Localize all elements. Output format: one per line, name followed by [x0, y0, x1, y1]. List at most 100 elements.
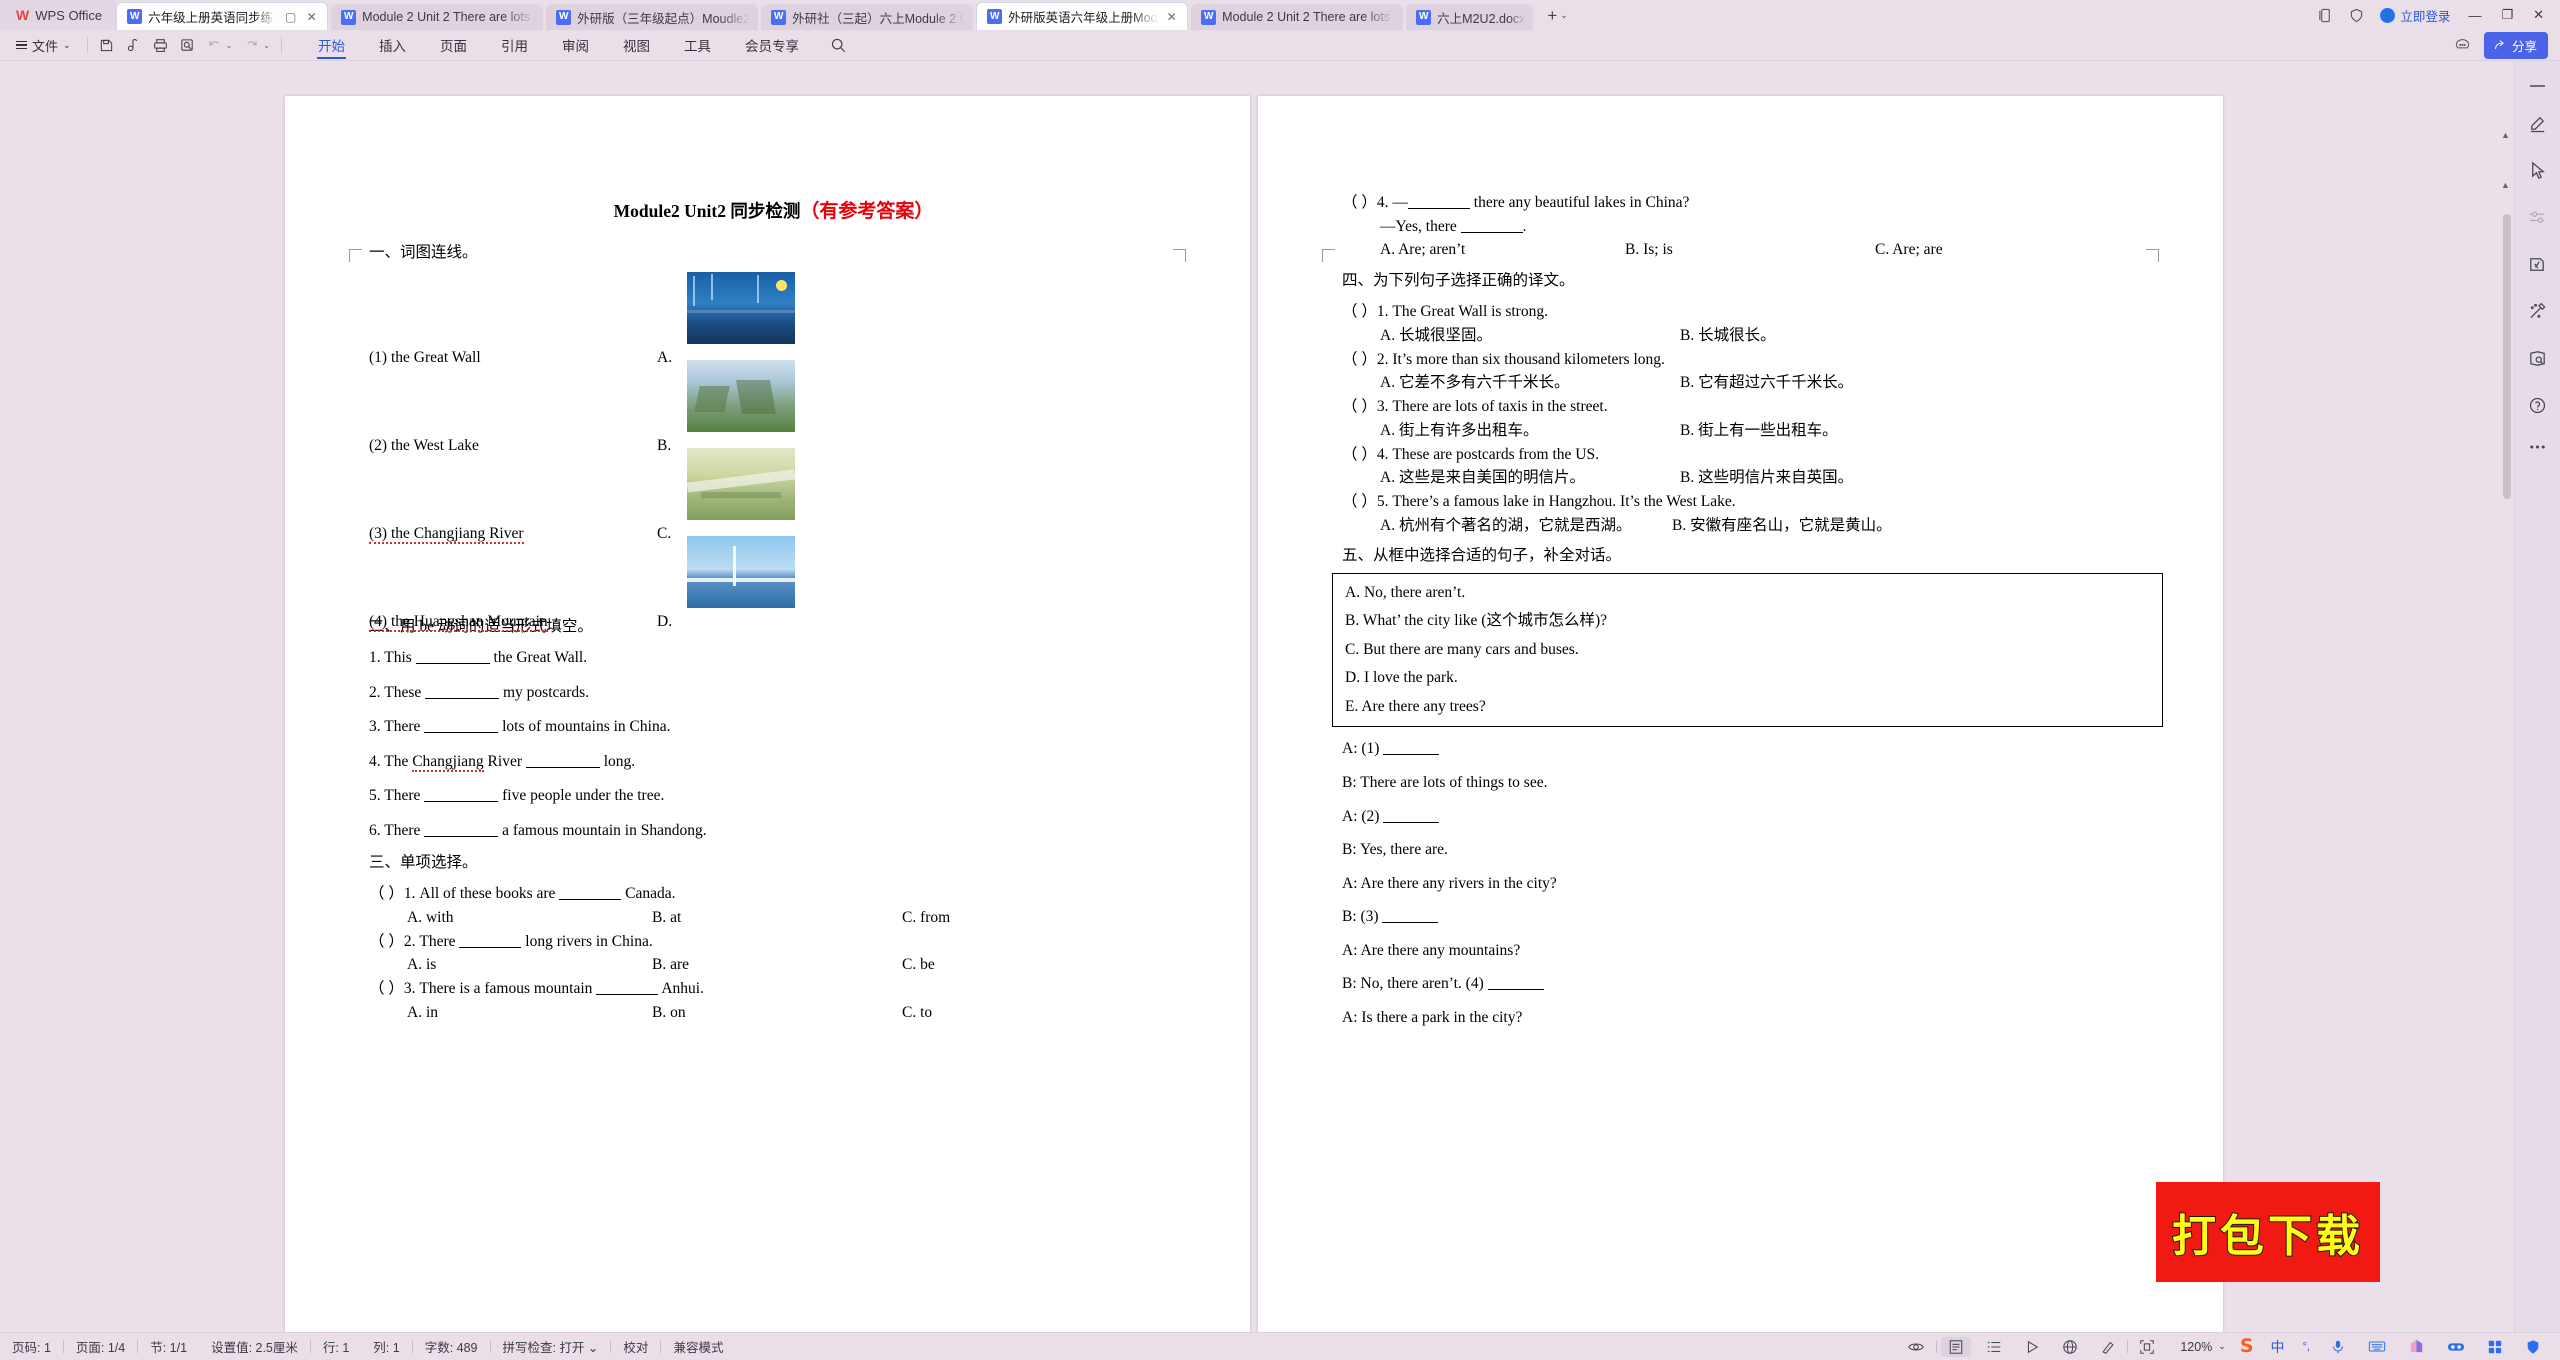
ribbon-tab-reference[interactable]: 引用 [484, 30, 545, 61]
answer-blank[interactable] [525, 753, 600, 768]
presentation-view-icon[interactable] [2013, 1339, 2051, 1355]
cloud-save-icon[interactable] [126, 38, 141, 53]
ribbon-tab-insert[interactable]: 插入 [362, 30, 423, 61]
option-c[interactable]: C. be [902, 953, 935, 977]
fit-page-icon[interactable] [2128, 1339, 2166, 1355]
ribbon-tab-tools[interactable]: 工具 [667, 30, 728, 61]
document-page-2[interactable]: （ ）4. — there any beautiful lakes in Chi… [1258, 96, 2223, 1360]
answer-blank[interactable] [596, 981, 659, 996]
option-b[interactable]: B. on [652, 1001, 902, 1025]
document-tab[interactable]: W 外研版（三年级起点）Moudle2Unit2 [546, 4, 759, 30]
collapse-icon[interactable] [2530, 85, 2545, 87]
scroll-page-up-icon[interactable]: ▲ [2501, 180, 2510, 190]
redo-icon[interactable] [244, 38, 259, 53]
cursor-select-icon[interactable] [2527, 160, 2548, 181]
chevron-down-icon[interactable]: ⌄ [2218, 1341, 2232, 1352]
option-a[interactable]: A. 杭州有个著名的湖，它就是西湖。 [1380, 514, 1672, 538]
document-tab[interactable]: W Module 2 Unit 2 There are lots of [1191, 4, 1404, 30]
answer-blank[interactable] [415, 649, 490, 664]
close-button[interactable]: ✕ [2531, 7, 2546, 23]
option-b[interactable]: B. at [652, 906, 902, 930]
print-icon[interactable] [153, 38, 168, 53]
scrollbar-thumb[interactable] [2503, 214, 2511, 499]
ribbon-tab-home[interactable]: 开始 [301, 30, 362, 61]
comment-icon[interactable] [2454, 37, 2471, 54]
ribbon-tab-page[interactable]: 页面 [423, 30, 484, 61]
box-option[interactable]: B. What’ the city like (这个城市怎么样)? [1345, 613, 2150, 629]
search-icon[interactable] [830, 37, 847, 54]
document-tab[interactable]: W Module 2 Unit 2 There are lots of [331, 4, 544, 30]
option-c[interactable]: C. from [902, 906, 950, 930]
cast-icon[interactable]: ▢ [283, 10, 298, 24]
keyboard-icon[interactable] [2357, 1339, 2397, 1354]
document-tab[interactable]: W 六年级上册英语同步练习-mo ▢ ✕ [116, 2, 329, 30]
option-b[interactable]: B. Is; is [1625, 238, 1875, 262]
skin-theme-icon[interactable] [2397, 1338, 2436, 1355]
undo-icon[interactable] [207, 38, 222, 53]
answer-blank[interactable] [425, 684, 500, 699]
answer-blank[interactable] [559, 886, 622, 901]
option-a[interactable]: A. 这些是来自美国的明信片。 [1380, 466, 1680, 490]
status-word-count[interactable]: 字数: 489 [413, 1337, 490, 1356]
restore-button[interactable]: ❐ [2499, 7, 2515, 23]
eye-preview-icon[interactable] [1896, 1338, 1936, 1356]
box-option[interactable]: C. But there are many cars and buses. [1345, 642, 2150, 658]
app-badge[interactable]: W WPS Office [0, 0, 117, 30]
zoom-level[interactable]: 120% [2166, 1340, 2218, 1354]
option-a[interactable]: A. 长城很坚固。 [1380, 324, 1680, 348]
answer-blank[interactable] [1382, 908, 1439, 924]
document-search-icon[interactable] [2527, 348, 2548, 369]
ribbon-tab-view[interactable]: 视图 [606, 30, 667, 61]
print-preview-icon[interactable] [180, 38, 195, 53]
scroll-top-icon[interactable]: ▲ [2501, 130, 2510, 140]
help-icon[interactable] [2527, 395, 2548, 416]
answer-blank[interactable] [1383, 808, 1440, 823]
option-a[interactable]: A. is [407, 953, 652, 977]
ime-punctuation-icon[interactable]: °, [2294, 1341, 2319, 1353]
mobile-device-icon[interactable] [2318, 8, 2333, 23]
save-icon[interactable] [99, 38, 114, 53]
file-menu-button[interactable]: 文件 ⌄ [0, 36, 82, 55]
option-b[interactable]: B. 这些明信片来自英国。 [1680, 466, 1930, 490]
document-workspace[interactable]: Module2 Unit2 同步检测（有参考答案） 一、词图连线。 (1) th… [0, 61, 2560, 1360]
web-view-icon[interactable] [2051, 1339, 2089, 1355]
close-icon[interactable]: ✕ [1164, 10, 1179, 24]
answer-blank[interactable] [1487, 976, 1544, 991]
login-button[interactable]: 👤 立即登录 [2380, 6, 2450, 25]
answer-blank[interactable] [424, 787, 499, 803]
option-a[interactable]: A. Are; aren’t [1380, 238, 1625, 262]
new-tab-button[interactable]: + ⌄ [1533, 0, 1577, 30]
answer-blank[interactable] [459, 933, 522, 948]
status-proofread[interactable]: 校对 [611, 1337, 660, 1356]
box-option[interactable]: E. Are there any trees? [1345, 699, 2150, 715]
vertical-scrollbar[interactable]: ▲ ▲ [2500, 122, 2514, 1360]
translate-icon[interactable] [2436, 1340, 2476, 1354]
option-a[interactable]: A. 它差不多有六千千米长。 [1380, 371, 1680, 395]
document-tab[interactable]: W 六上M2U2.docx [1406, 4, 1534, 30]
sliders-settings-icon[interactable] [2527, 207, 2548, 228]
chevron-down-icon[interactable]: ⌄ [226, 41, 233, 50]
box-option[interactable]: D. I love the park. [1345, 670, 2150, 686]
option-b[interactable]: B. are [652, 953, 902, 977]
document-tab[interactable]: W 外研社（三起）六上Module 2 Unit 2 [761, 4, 974, 30]
security-shield-icon[interactable] [2514, 1339, 2552, 1355]
microphone-icon[interactable] [2319, 1339, 2357, 1355]
document-tab-current[interactable]: W 外研版英语六年级上册Module 2 Un ✕ [976, 2, 1189, 30]
sogou-ime-icon[interactable]: S [2232, 1337, 2262, 1356]
answer-blank[interactable] [424, 718, 499, 734]
ime-language-icon[interactable]: 中 [2262, 1337, 2294, 1357]
share-button[interactable]: 分享 [2483, 31, 2548, 59]
ribbon-tab-member[interactable]: 会员专享 [728, 30, 816, 61]
option-b[interactable]: B. 街上有一些出租车。 [1680, 419, 1930, 443]
option-c[interactable]: C. to [902, 1001, 932, 1025]
option-c[interactable]: C. Are; are [1875, 238, 1943, 262]
close-icon[interactable]: ✕ [304, 10, 319, 24]
more-options-icon[interactable] [2527, 442, 2548, 452]
minimize-button[interactable]: — [2466, 8, 2483, 23]
document-tools-icon[interactable] [2527, 254, 2548, 275]
answer-blank[interactable] [1407, 194, 1470, 209]
status-spellcheck-toggle[interactable]: 拼写检查: 打开 ⌄ [491, 1337, 611, 1356]
option-a[interactable]: A. 街上有许多出租车。 [1380, 419, 1680, 443]
highlighter-pen-icon[interactable] [2527, 113, 2548, 134]
outline-view-icon[interactable] [1975, 1339, 2013, 1355]
